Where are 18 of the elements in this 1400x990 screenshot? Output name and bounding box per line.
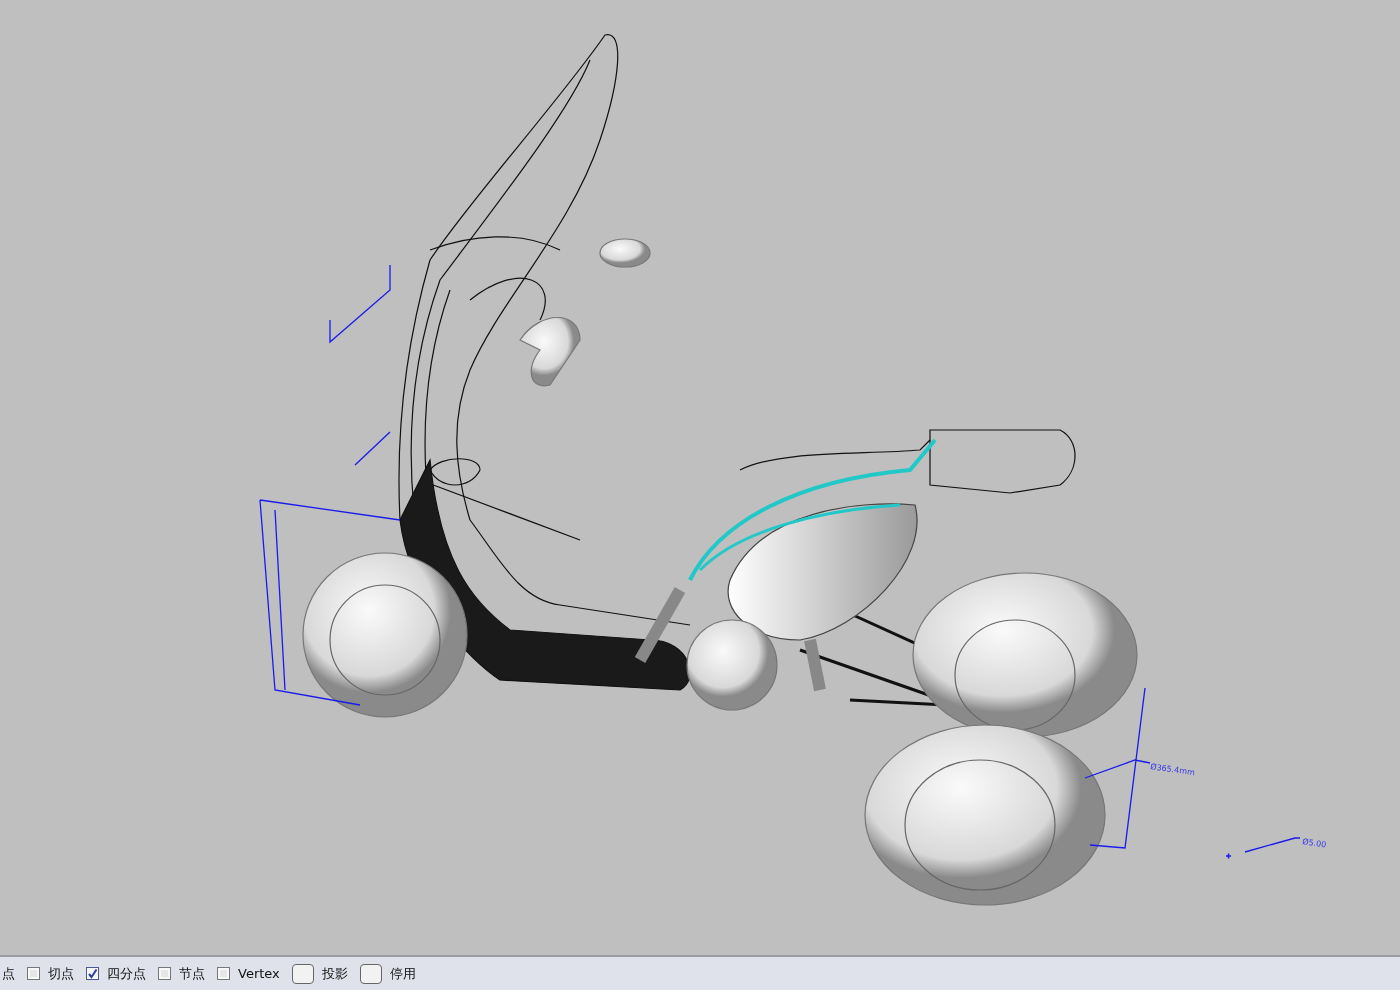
- point-marker-icon: [1225, 852, 1232, 860]
- toggle-checkbox[interactable]: [359, 963, 382, 984]
- dimension-label: Ø5.00: [1301, 837, 1327, 850]
- toggle-checkbox[interactable]: [291, 963, 314, 984]
- dimension-line: [1244, 837, 1301, 853]
- checkbox[interactable]: [27, 967, 40, 980]
- osnap-label: 点: [2, 964, 15, 983]
- checkbox[interactable]: [217, 967, 230, 980]
- dimension-label: Ø365.4mm: [1149, 762, 1196, 778]
- osnap-label: 停用: [389, 964, 416, 983]
- osnap-label: 投影: [321, 964, 348, 983]
- osnap-label: Vertex: [238, 966, 280, 981]
- osnap-label: 节点: [179, 964, 205, 983]
- osnap-label: 四分点: [107, 964, 146, 983]
- checkbox[interactable]: [158, 967, 171, 980]
- osnap-label: 切点: [48, 964, 74, 983]
- checkbox[interactable]: [86, 967, 99, 980]
- viewport-canvas[interactable]: Ø365.4mm Ø5.00: [0, 0, 1400, 955]
